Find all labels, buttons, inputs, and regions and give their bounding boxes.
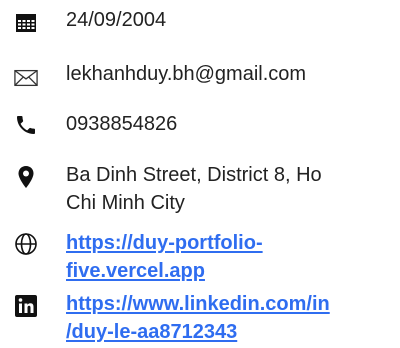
linkedin-icon — [14, 294, 38, 318]
contact-item-birthdate: 24/09/2004 — [0, 5, 400, 35]
portfolio-link-line-2: five.vercel.app — [66, 260, 205, 282]
address-line-1: Ba Dinh Street, District 8, Ho — [66, 164, 322, 186]
calendar-icon — [14, 11, 38, 35]
linkedin-link-line-1: https://www.linkedin.com/in — [66, 293, 330, 315]
linkedin-link-line-2: /duy-le-aa8712343 — [66, 321, 238, 343]
envelope-icon — [14, 66, 38, 90]
globe-icon — [14, 232, 38, 256]
portfolio-link-line-1: https://duy-portfolio- — [66, 232, 263, 254]
contact-item-address: Ba Dinh Street, District 8, Ho Chi Minh … — [0, 161, 400, 219]
phone-text: 0938854826 — [66, 113, 178, 135]
contact-item-linkedin: https://www.linkedin.com/in /duy-le-aa87… — [0, 288, 400, 346]
location-pin-icon — [14, 165, 38, 189]
portfolio-link[interactable]: https://duy-portfolio- five.vercel.app — [66, 229, 396, 285]
birthdate-text: 24/09/2004 — [66, 9, 167, 31]
contact-item-phone: 0938854826 — [0, 110, 400, 140]
contact-item-website: https://duy-portfolio- five.vercel.app — [0, 227, 400, 285]
address-text: Ba Dinh Street, District 8, Ho Chi Minh … — [66, 161, 396, 217]
contact-item-email: lekhanhduy.bh@gmail.com — [0, 57, 400, 87]
phone-icon — [14, 113, 38, 137]
address-line-2: Chi Minh City — [66, 192, 185, 214]
email-text: lekhanhduy.bh@gmail.com — [66, 63, 307, 85]
linkedin-link[interactable]: https://www.linkedin.com/in /duy-le-aa87… — [66, 290, 396, 346]
